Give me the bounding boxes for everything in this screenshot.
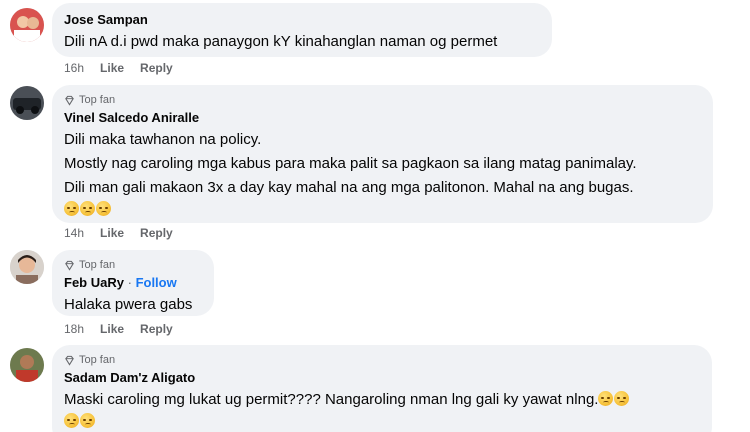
diamond-icon	[65, 260, 74, 271]
diamond-icon	[65, 355, 74, 366]
comment-thread: Jose Sampan Dili nA d.i pwd maka panaygo…	[0, 0, 750, 432]
comment-bubble: Top fan Feb UaRy · Follow Halaka pwera g…	[52, 250, 214, 316]
disappointed-face-icon	[96, 201, 111, 216]
comment-actions: 16h Like Reply	[64, 61, 173, 75]
comment-bubble: Top fan Sadam Dam'z Aligato Maski caroli…	[52, 345, 712, 432]
top-fan-badge: Top fan	[64, 353, 700, 367]
badge-label: Top fan	[79, 354, 116, 366]
avatar[interactable]	[10, 250, 44, 284]
comment-text: Maski caroling mg lukat ug permit???? Na…	[64, 391, 599, 408]
comment-text: Dili nA d.i pwd maka panaygon kY kinahan…	[64, 33, 498, 50]
author-name[interactable]: Feb UaRy	[64, 275, 124, 290]
author-line: Feb UaRy · Follow	[64, 274, 202, 291]
comment-bubble: Top fan Vinel Salcedo Aniralle Dili maka…	[52, 85, 713, 223]
emoji-row	[64, 411, 700, 432]
comment-actions: 14h Like Reply	[64, 226, 173, 240]
top-fan-badge: Top fan	[64, 93, 701, 107]
timestamp[interactable]: 18h	[64, 322, 84, 336]
comment-actions: 18h Like Reply	[64, 322, 173, 336]
disappointed-face-icon	[80, 201, 95, 216]
comment-text-line: Dili maka tawhanon na policy.	[64, 131, 262, 148]
comment-text-line: Dili man gali makaon 3x a day kay mahal …	[64, 179, 634, 196]
emoji-row	[64, 199, 701, 220]
disappointed-face-icon	[64, 201, 79, 216]
reply-button[interactable]: Reply	[140, 61, 173, 75]
disappointed-face-icon	[614, 391, 630, 406]
comment-bubble: Jose Sampan Dili nA d.i pwd maka panaygo…	[52, 3, 552, 57]
reply-button[interactable]: Reply	[140, 322, 173, 336]
reply-button[interactable]: Reply	[140, 226, 173, 240]
author-name[interactable]: Vinel Salcedo Aniralle	[64, 109, 701, 126]
avatar[interactable]	[10, 8, 44, 42]
disappointed-face-icon	[598, 391, 614, 406]
like-button[interactable]: Like	[100, 61, 124, 75]
like-button[interactable]: Like	[100, 322, 124, 336]
timestamp[interactable]: 16h	[64, 61, 84, 75]
badge-label: Top fan	[79, 259, 116, 271]
author-name[interactable]: Sadam Dam'z Aligato	[64, 369, 700, 386]
comment-text: Halaka pwera gabs	[64, 296, 193, 313]
avatar[interactable]	[10, 348, 44, 382]
timestamp[interactable]: 14h	[64, 226, 84, 240]
like-button[interactable]: Like	[100, 226, 124, 240]
author-name[interactable]: Jose Sampan	[64, 11, 540, 28]
follow-button[interactable]: Follow	[136, 275, 177, 290]
disappointed-face-icon	[64, 413, 79, 428]
avatar[interactable]	[10, 86, 44, 120]
disappointed-face-icon	[80, 413, 95, 428]
comment-text-line: Mostly nag caroling mga kabus para maka …	[64, 155, 637, 172]
diamond-icon	[65, 95, 74, 106]
comment-text-line: Maski caroling mg lukat ug permit???? Na…	[64, 389, 700, 410]
separator-dot: ·	[127, 275, 132, 290]
top-fan-badge: Top fan	[64, 258, 202, 272]
badge-label: Top fan	[79, 94, 116, 106]
